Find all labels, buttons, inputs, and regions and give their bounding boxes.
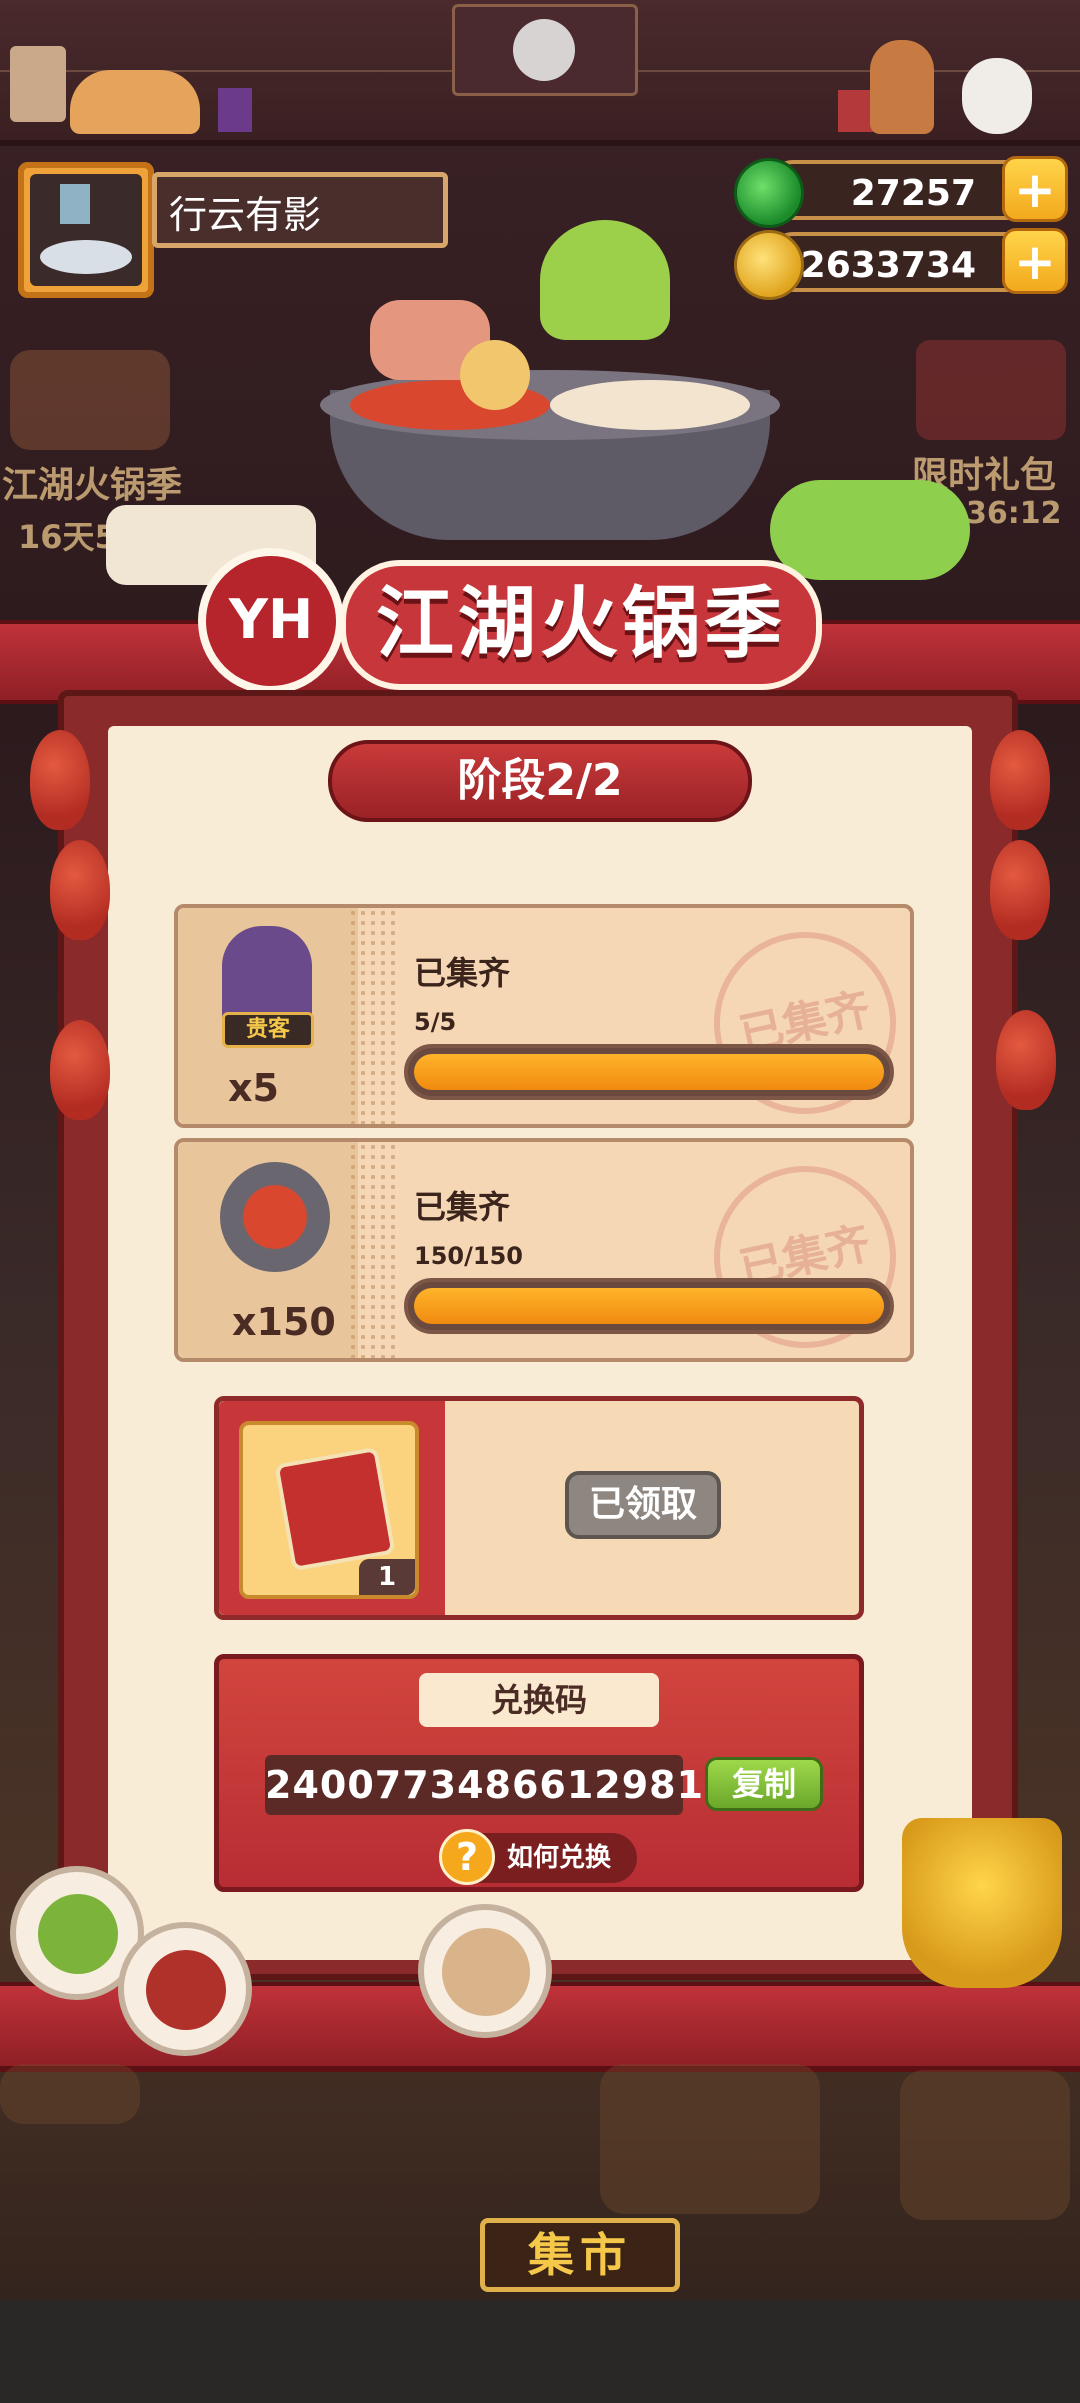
jar-icon xyxy=(218,88,252,132)
add-jade-button[interactable]: + xyxy=(1002,156,1068,222)
chili-sauce-bowl xyxy=(118,1922,252,2056)
hotpot-illustration xyxy=(290,220,810,570)
task-status: 已集齐 xyxy=(414,1188,511,1226)
task-status: 已集齐 xyxy=(414,954,511,992)
bg-gift-timer: 36:12 xyxy=(966,496,1062,531)
progress-fill xyxy=(414,1054,884,1090)
redeem-card: 兑换码 2400773486612981 复制 如何兑换 ? xyxy=(214,1654,864,1892)
task-progress-bar xyxy=(404,1278,894,1334)
paw-scroll-icon xyxy=(10,46,66,122)
bg-stall xyxy=(0,2064,140,2124)
claimed-button[interactable]: 已领取 xyxy=(565,1471,721,1539)
guest-tag: 贵客 xyxy=(222,1012,314,1048)
task-count: x150 xyxy=(232,1300,336,1344)
npc-icon[interactable] xyxy=(870,40,934,134)
redeem-code[interactable]: 2400773486612981 xyxy=(265,1755,703,1815)
jade-icon xyxy=(734,158,804,228)
chili-icon xyxy=(990,730,1050,830)
question-icon[interactable]: ? xyxy=(439,1829,495,1885)
raccoon-sign[interactable] xyxy=(452,4,638,96)
lettuce-plate xyxy=(770,480,970,580)
bg-hotpot-icon xyxy=(10,350,170,450)
reward-card: 1 已领取 xyxy=(214,1396,864,1620)
stage-indicator: 阶段2/2 xyxy=(328,740,752,822)
task-row: 贵客 x5 已集齐 已集齐 5/5 xyxy=(174,904,914,1131)
jar-icon xyxy=(838,90,874,132)
gift-box-icon[interactable]: 1 xyxy=(239,1421,419,1599)
hotpot-icon xyxy=(220,1162,330,1272)
bg-stall xyxy=(600,2064,820,2214)
bg-event-label: 江湖火锅季 xyxy=(2,465,183,506)
add-coin-button[interactable]: + xyxy=(1002,228,1068,294)
bg-event-timer: 16天5 xyxy=(18,518,117,556)
chili-icon xyxy=(30,730,90,830)
cat-icon xyxy=(70,70,200,134)
bottom-strip xyxy=(0,2300,1080,2403)
task-progress-text: 150/150 xyxy=(414,1242,523,1270)
sesame-sauce-bowl xyxy=(418,1904,552,2038)
bg-stall xyxy=(900,2070,1070,2220)
progress-fill xyxy=(414,1288,884,1324)
task-count: x5 xyxy=(228,1066,279,1110)
copy-button[interactable]: 复制 xyxy=(705,1757,823,1811)
task-row: x150 已集齐 已集齐 150/150 xyxy=(174,1138,914,1365)
reward-qty: 1 xyxy=(359,1559,415,1595)
market-sign[interactable]: 集市 xyxy=(480,2218,680,2292)
white-cat-icon[interactable] xyxy=(962,58,1032,134)
bg-gift-icon xyxy=(916,340,1066,440)
avatar[interactable] xyxy=(18,162,154,298)
task-progress-text: 5/5 xyxy=(414,1008,457,1036)
yh-logo: YH xyxy=(198,548,344,694)
chili-icon xyxy=(50,840,110,940)
chili-icon xyxy=(996,1010,1056,1110)
golden-hotpot-icon[interactable] xyxy=(902,1818,1062,1988)
task-progress-bar xyxy=(404,1044,894,1100)
chili-icon xyxy=(50,1020,110,1120)
redeem-label: 兑换码 xyxy=(419,1673,659,1727)
event-title: 江湖火锅季 xyxy=(340,560,823,690)
chili-icon xyxy=(990,840,1050,940)
